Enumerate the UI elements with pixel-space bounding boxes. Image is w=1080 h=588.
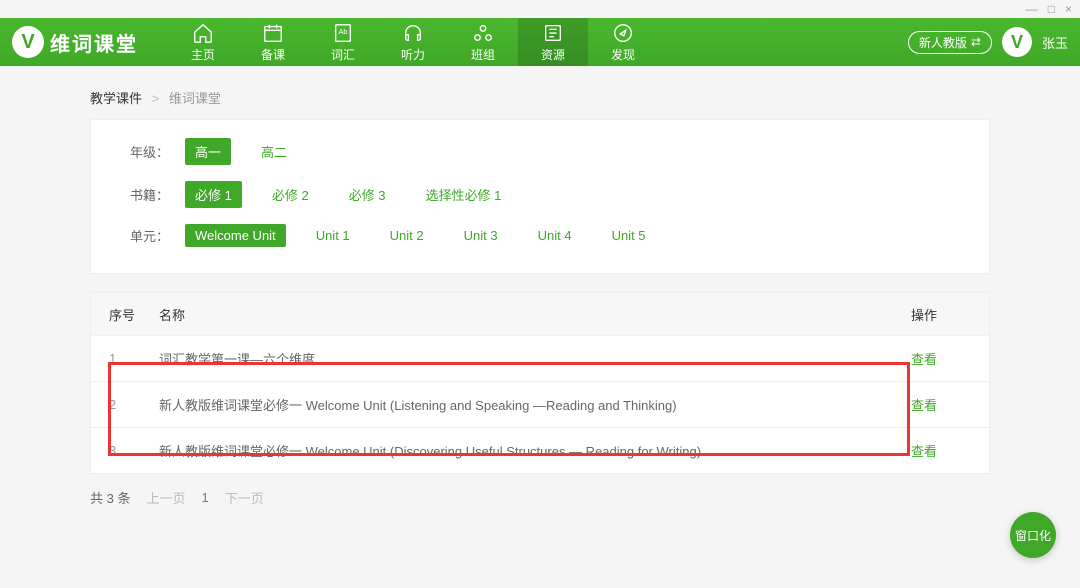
edition-label: 新人教版: [919, 34, 967, 51]
table-row: 2 新人教版维词课堂必修一 Welcome Unit (Listening an…: [91, 381, 989, 427]
unit-option[interactable]: Unit 1: [306, 224, 360, 247]
nav-label: 资源: [541, 46, 565, 63]
filter-label: 年级：: [109, 142, 169, 161]
swap-icon: ⇄: [971, 35, 981, 49]
close-button[interactable]: ×: [1065, 2, 1072, 16]
group-icon: [472, 22, 494, 44]
row-name: 新人教版维词课堂必修一 Welcome Unit (Discovering Us…: [159, 441, 911, 460]
logo-badge: V: [12, 26, 44, 58]
home-icon: [192, 22, 214, 44]
edition-switcher[interactable]: 新人教版 ⇄: [908, 31, 992, 54]
book-option[interactable]: 选择性必修 1: [416, 181, 512, 208]
unit-option[interactable]: Unit 3: [454, 224, 508, 247]
grade-option[interactable]: 高二: [251, 138, 297, 165]
pager-current[interactable]: 1: [201, 490, 208, 505]
unit-option[interactable]: Welcome Unit: [185, 224, 286, 247]
filter-label: 书籍：: [109, 185, 169, 204]
breadcrumb-root[interactable]: 教学课件: [90, 91, 142, 106]
header-right: 新人教版 ⇄ V 张玉: [908, 27, 1068, 57]
filter-unit: 单元： Welcome Unit Unit 1 Unit 2 Unit 3 Un…: [109, 224, 971, 247]
pager-next[interactable]: 下一页: [225, 488, 264, 507]
grade-option[interactable]: 高一: [185, 138, 231, 165]
view-link[interactable]: 查看: [911, 441, 971, 460]
nav-label: 主页: [191, 46, 215, 63]
nav-prepare[interactable]: 备课: [238, 18, 308, 66]
unit-option[interactable]: Unit 5: [602, 224, 656, 247]
nav-label: 班组: [471, 46, 495, 63]
table-header: 序号 名称 操作: [91, 293, 989, 335]
main-content: 教学课件 > 维词课堂 年级： 高一 高二 书籍： 必修 1 必修 2 必修 3…: [0, 66, 1080, 507]
unit-option[interactable]: Unit 2: [380, 224, 434, 247]
main-nav: 主页 备课 Ab 词汇 听力 班组 资源 发现: [168, 18, 658, 66]
nav-listen[interactable]: 听力: [378, 18, 448, 66]
resource-icon: [542, 22, 564, 44]
nav-label: 听力: [401, 46, 425, 63]
user-name: 张玉: [1042, 33, 1068, 52]
nav-label: 备课: [261, 46, 285, 63]
resource-table: 序号 名称 操作 1 词汇教学第一课—六个维度 查看 2 新人教版维词课堂必修一…: [90, 292, 990, 474]
nav-resource[interactable]: 资源: [518, 18, 588, 66]
app-name: 维词课堂: [50, 28, 138, 57]
compass-icon: [612, 22, 634, 44]
breadcrumb-current: 维词课堂: [169, 91, 221, 106]
pager-prev[interactable]: 上一页: [146, 488, 185, 507]
window-titlebar: — □ ×: [0, 0, 1080, 18]
app-header: V 维词课堂 主页 备课 Ab 词汇 听力 班组 资源 发现: [0, 18, 1080, 66]
headphones-icon: [402, 22, 424, 44]
filter-grade: 年级： 高一 高二: [109, 138, 971, 165]
nav-home[interactable]: 主页: [168, 18, 238, 66]
breadcrumb: 教学课件 > 维词课堂: [90, 88, 990, 107]
nav-label: 词汇: [331, 46, 355, 63]
nav-label: 发现: [611, 46, 635, 63]
col-header-num: 序号: [109, 305, 159, 324]
user-avatar[interactable]: V: [1002, 27, 1032, 57]
row-name: 词汇教学第一课—六个维度: [159, 349, 911, 368]
nav-class[interactable]: 班组: [448, 18, 518, 66]
table-row: 3 新人教版维词课堂必修一 Welcome Unit (Discovering …: [91, 427, 989, 473]
pager-total: 共 3 条: [90, 488, 130, 507]
window-mode-button[interactable]: 窗口化: [1010, 512, 1056, 558]
book-option[interactable]: 必修 2: [262, 181, 319, 208]
book-option[interactable]: 必修 1: [185, 181, 242, 208]
row-num: 3: [109, 443, 159, 458]
row-name: 新人教版维词课堂必修一 Welcome Unit (Listening and …: [159, 395, 911, 414]
book-icon: Ab: [332, 22, 354, 44]
unit-option[interactable]: Unit 4: [528, 224, 582, 247]
view-link[interactable]: 查看: [911, 349, 971, 368]
book-option[interactable]: 必修 3: [339, 181, 396, 208]
svg-text:Ab: Ab: [339, 26, 348, 35]
nav-discover[interactable]: 发现: [588, 18, 658, 66]
col-header-name: 名称: [159, 305, 911, 324]
nav-vocab[interactable]: Ab 词汇: [308, 18, 378, 66]
filter-label: 单元：: [109, 226, 169, 245]
pager: 共 3 条 上一页 1 下一页: [90, 488, 990, 507]
breadcrumb-sep: >: [152, 91, 160, 106]
row-num: 2: [109, 397, 159, 412]
view-link[interactable]: 查看: [911, 395, 971, 414]
minimize-button[interactable]: —: [1026, 2, 1038, 16]
table-row: 1 词汇教学第一课—六个维度 查看: [91, 335, 989, 381]
calendar-icon: [262, 22, 284, 44]
filter-book: 书籍： 必修 1 必修 2 必修 3 选择性必修 1: [109, 181, 971, 208]
filter-panel: 年级： 高一 高二 书籍： 必修 1 必修 2 必修 3 选择性必修 1 单元：…: [90, 119, 990, 274]
row-num: 1: [109, 351, 159, 366]
col-header-op: 操作: [911, 305, 971, 324]
app-logo: V 维词课堂: [12, 26, 138, 58]
maximize-button[interactable]: □: [1048, 2, 1055, 16]
